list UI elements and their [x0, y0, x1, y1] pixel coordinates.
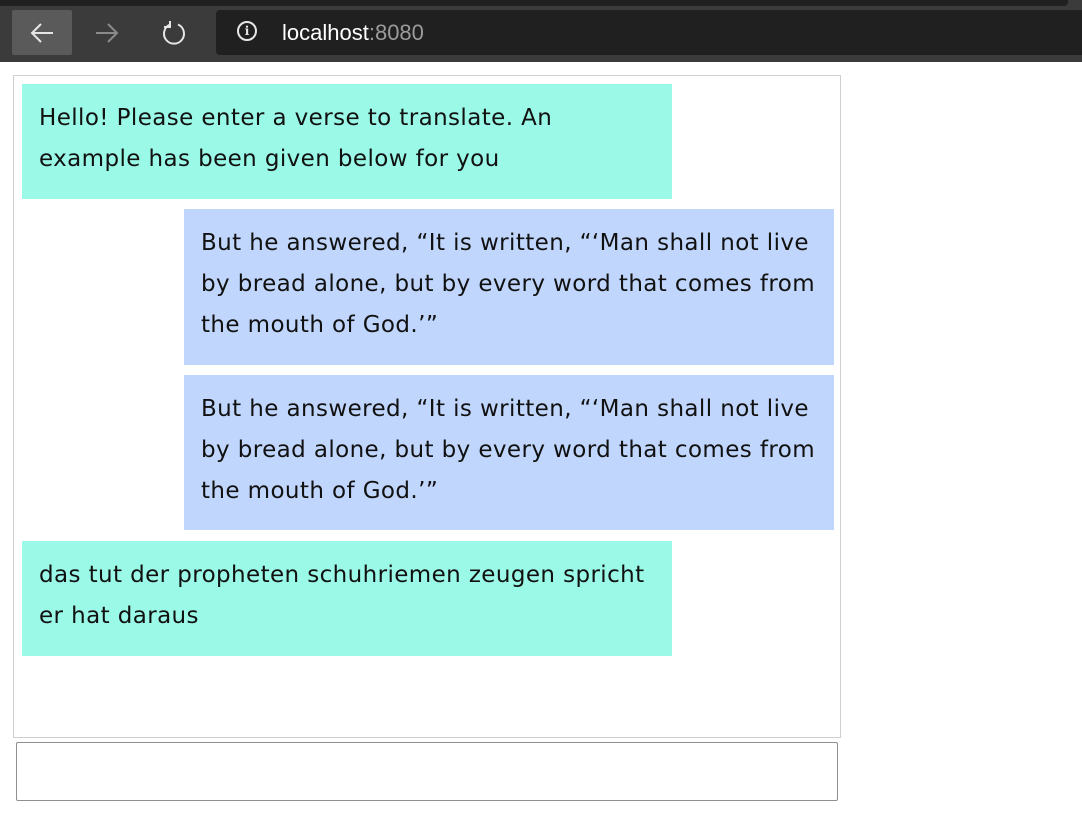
chat-log[interactable]: Hello! Please enter a verse to translate…	[13, 75, 841, 738]
url-port: :8080	[368, 20, 424, 45]
bot-message: Hello! Please enter a verse to translate…	[22, 84, 672, 199]
back-button[interactable]	[12, 10, 72, 55]
arrow-left-icon	[30, 22, 53, 43]
address-bar[interactable]: i localhost:8080	[216, 10, 1082, 55]
browser-toolbar: i localhost:8080	[0, 0, 1082, 62]
url-host: localhost	[282, 20, 369, 45]
user-message: But he answered, “It is written, “‘Man s…	[184, 209, 834, 365]
info-icon[interactable]: i	[237, 21, 257, 41]
refresh-icon	[163, 20, 185, 45]
user-message: But he answered, “It is written, “‘Man s…	[184, 375, 834, 530]
url-text[interactable]: localhost:8080	[282, 20, 424, 46]
refresh-button[interactable]	[144, 10, 204, 55]
arrow-right-icon	[96, 22, 119, 43]
verse-input[interactable]	[16, 742, 838, 801]
browser-tab-strip	[0, 0, 1068, 6]
bot-message: das tut der propheten schuhriemen zeugen…	[22, 541, 672, 656]
forward-button[interactable]	[77, 10, 137, 55]
